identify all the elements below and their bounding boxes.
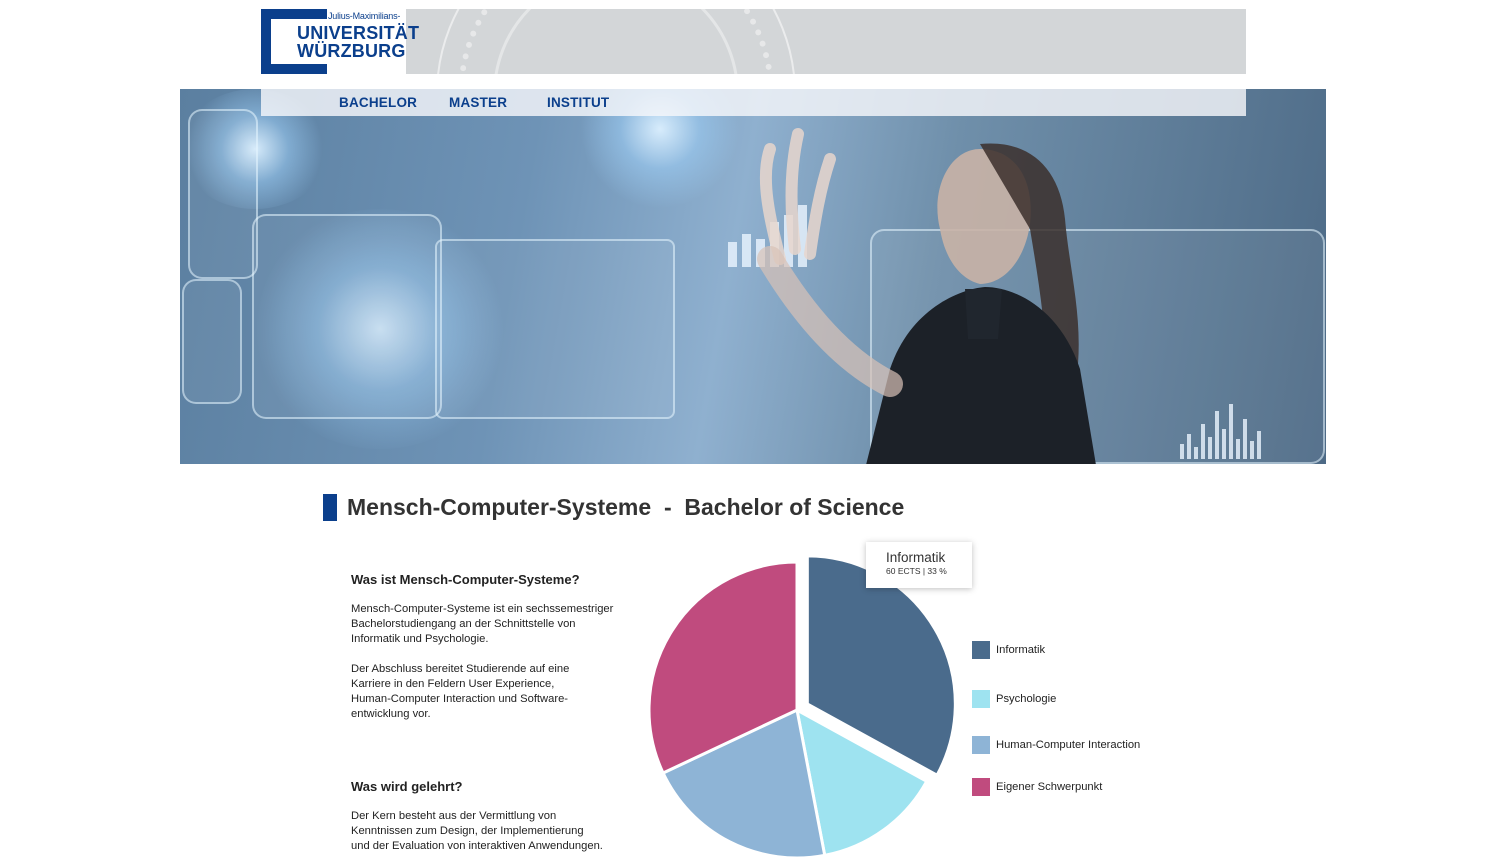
page-title: Mensch-Computer-Systeme - Bachelor of Sc… bbox=[347, 494, 905, 520]
university-logo[interactable]: Julius-Maximilians- UNIVERSITÄT WÜRZBURG bbox=[261, 9, 419, 74]
legend-item-hci[interactable]: Human-Computer Interaction bbox=[972, 736, 1140, 754]
legend-swatch-psychologie bbox=[972, 690, 990, 708]
legend-item-informatik[interactable]: Informatik bbox=[972, 641, 1045, 659]
paragraph-core: Der Kern besteht aus der Vermittlung von… bbox=[351, 810, 603, 852]
section-heading-what-is: Was ist Mensch-Computer-Systeme? bbox=[351, 572, 580, 587]
ects-pie-chart[interactable] bbox=[640, 550, 970, 860]
paragraph-intro: Mensch-Computer-Systeme ist ein sechssem… bbox=[351, 603, 614, 645]
tooltip-subtitle: 60 ECTS | 33 % bbox=[886, 566, 947, 576]
legend-label-psychologie: Psychologie bbox=[996, 693, 1057, 705]
nav-institut[interactable]: INSTITUT bbox=[547, 95, 609, 110]
main-navigation: BACHELOR MASTER INSTITUT bbox=[261, 89, 1246, 116]
logo-line-2: WÜRZBURG bbox=[297, 41, 406, 61]
chart-tooltip: Informatik 60 ECTS | 33 % bbox=[866, 542, 972, 588]
logo-small-text: Julius-Maximilians- bbox=[328, 11, 401, 21]
legend-swatch-schwerpunkt bbox=[972, 778, 990, 796]
hero-image bbox=[180, 89, 1326, 464]
tooltip-title: Informatik bbox=[886, 550, 946, 565]
nav-master[interactable]: MASTER bbox=[449, 95, 507, 110]
title-accent-bar bbox=[323, 494, 337, 521]
nav-bachelor[interactable]: BACHELOR bbox=[339, 95, 417, 110]
legend-swatch-hci bbox=[972, 736, 990, 754]
legend-item-psychologie[interactable]: Psychologie bbox=[972, 690, 1056, 708]
legend-label-schwerpunkt: Eigener Schwerpunkt bbox=[996, 781, 1103, 793]
section-heading-what-taught: Was wird gelehrt? bbox=[351, 779, 463, 794]
paragraph-career: Der Abschluss bereitet Studierende auf e… bbox=[351, 663, 570, 720]
person-illustration bbox=[757, 128, 1096, 464]
legend-swatch-informatik bbox=[972, 641, 990, 659]
legend-label-informatik: Informatik bbox=[996, 644, 1046, 656]
university-seal-watermark: 15 83 bbox=[436, 9, 796, 74]
legend-item-schwerpunkt[interactable]: Eigener Schwerpunkt bbox=[972, 778, 1102, 796]
legend-label-hci: Human-Computer Interaction bbox=[996, 739, 1141, 751]
